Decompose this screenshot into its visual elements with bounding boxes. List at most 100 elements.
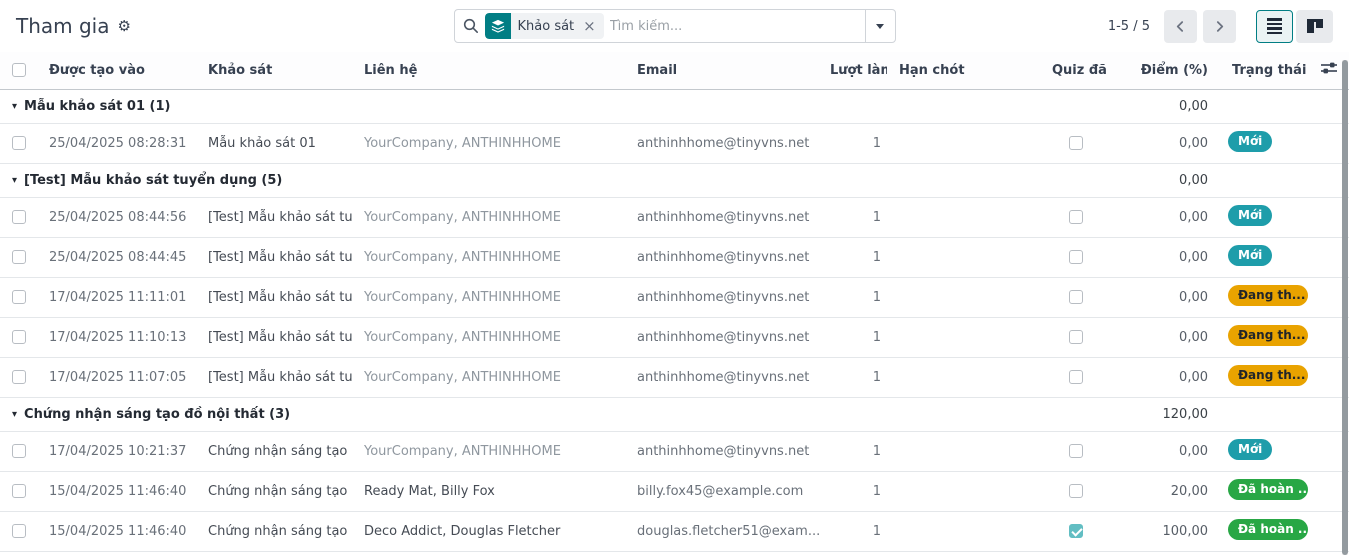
table-row[interactable]: 15/04/2025 11:46:40 Chứng nhận sáng tạo … xyxy=(0,511,1349,551)
table-row[interactable]: 25/04/2025 08:44:56 [Test] Mẫu khảo sát … xyxy=(0,197,1349,237)
pager-next-button[interactable] xyxy=(1203,10,1236,43)
cell-attempts: 1 xyxy=(830,357,887,397)
quiz-passed-checkbox[interactable] xyxy=(1069,290,1083,304)
row-checkbox[interactable] xyxy=(12,210,26,224)
cell-deadline xyxy=(887,471,1040,511)
group-header-row[interactable]: ▾[Test] Mẫu khảo sát tuyển dụng (5) 0,00 xyxy=(0,163,1349,197)
quiz-passed-checkbox[interactable] xyxy=(1069,330,1083,344)
column-header-score[interactable]: Điểm (%) xyxy=(1112,52,1220,89)
row-checkbox[interactable] xyxy=(12,136,26,150)
cell-attempts: 1 xyxy=(830,471,887,511)
row-checkbox[interactable] xyxy=(12,370,26,384)
quiz-passed-checkbox[interactable] xyxy=(1069,370,1083,384)
facet-remove-icon[interactable]: × xyxy=(581,19,604,34)
cell-contact: YourCompany, ANTHINHHOME xyxy=(352,317,625,357)
row-checkbox[interactable] xyxy=(12,524,26,538)
records-table: Được tạo vào Khảo sát Liên hệ Email Lượt… xyxy=(0,52,1349,552)
kanban-icon xyxy=(1307,19,1323,33)
search-facet[interactable]: Khảo sát × xyxy=(485,13,604,39)
cell-email: anthinhhome@tinyvns.net xyxy=(625,277,830,317)
column-header-email[interactable]: Email xyxy=(625,52,830,89)
column-header-attempts[interactable]: Lượt làm xyxy=(830,52,887,89)
search-input[interactable] xyxy=(610,19,857,34)
quiz-passed-checkbox[interactable] xyxy=(1069,250,1083,264)
table-row[interactable]: 17/04/2025 11:10:13 [Test] Mẫu khảo sát … xyxy=(0,317,1349,357)
list-view-button[interactable] xyxy=(1256,10,1293,43)
group-score-total: 0,00 xyxy=(1112,163,1220,197)
cell-attempts: 1 xyxy=(830,123,887,163)
table-header-row: Được tạo vào Khảo sát Liên hệ Email Lượt… xyxy=(0,52,1349,89)
cell-score: 0,00 xyxy=(1112,197,1220,237)
table-row[interactable]: 25/04/2025 08:28:31 Mẫu khảo sát 01 Your… xyxy=(0,123,1349,163)
scrollbar-thumb[interactable] xyxy=(1342,60,1348,555)
caret-down-icon: ▾ xyxy=(12,101,17,112)
cell-attempts: 1 xyxy=(830,277,887,317)
cell-email: anthinhhome@tinyvns.net xyxy=(625,357,830,397)
cell-survey: Mẫu khảo sát 01 xyxy=(196,123,352,163)
cell-score: 20,00 xyxy=(1112,471,1220,511)
page-title: Tham gia xyxy=(16,14,110,38)
group-label: Mẫu khảo sát 01 (1) xyxy=(24,99,170,114)
group-label: [Test] Mẫu khảo sát tuyển dụng (5) xyxy=(24,173,282,188)
column-header-deadline[interactable]: Hạn chót xyxy=(887,52,1040,89)
table-row[interactable]: 15/04/2025 11:46:40 Chứng nhận sáng tạo … xyxy=(0,471,1349,511)
row-checkbox[interactable] xyxy=(12,250,26,264)
group-header-row[interactable]: ▾Chứng nhận sáng tạo đồ nội thất (3) 120… xyxy=(0,397,1349,431)
row-checkbox[interactable] xyxy=(12,290,26,304)
caret-down-icon: ▾ xyxy=(12,409,17,420)
search-bar: Khảo sát × xyxy=(454,9,896,43)
cell-survey: [Test] Mẫu khảo sát tu... xyxy=(196,197,352,237)
cell-contact: YourCompany, ANTHINHHOME xyxy=(352,197,625,237)
status-badge: Mới xyxy=(1228,205,1272,226)
quiz-passed-checkbox[interactable] xyxy=(1069,524,1083,538)
cell-deadline xyxy=(887,197,1040,237)
cell-deadline xyxy=(887,357,1040,397)
column-header-status[interactable]: Trạng thái xyxy=(1220,52,1309,89)
cell-attempts: 1 xyxy=(830,237,887,277)
search-options-toggle[interactable] xyxy=(865,10,895,42)
column-header-contact[interactable]: Liên hệ xyxy=(352,52,625,89)
row-checkbox[interactable] xyxy=(12,330,26,344)
column-header-quiz[interactable]: Quiz đã ... xyxy=(1040,52,1112,89)
column-header-created[interactable]: Được tạo vào xyxy=(37,52,196,89)
quiz-passed-checkbox[interactable] xyxy=(1069,210,1083,224)
status-badge: Đã hoàn ... xyxy=(1228,519,1308,540)
quiz-passed-checkbox[interactable] xyxy=(1069,484,1083,498)
cell-created: 17/04/2025 10:21:37 xyxy=(37,431,196,471)
cell-created: 17/04/2025 11:11:01 xyxy=(37,277,196,317)
cell-survey: [Test] Mẫu khảo sát tu... xyxy=(196,277,352,317)
cell-email: anthinhhome@tinyvns.net xyxy=(625,197,830,237)
cell-attempts: 1 xyxy=(830,431,887,471)
quiz-passed-checkbox[interactable] xyxy=(1069,136,1083,150)
status-badge: Đã hoàn ... xyxy=(1228,479,1308,500)
view-switcher xyxy=(1256,10,1333,43)
quiz-passed-checkbox[interactable] xyxy=(1069,444,1083,458)
status-badge: Mới xyxy=(1228,439,1272,460)
table-row[interactable]: 25/04/2025 08:44:45 [Test] Mẫu khảo sát … xyxy=(0,237,1349,277)
group-header-row[interactable]: ▾Mẫu khảo sát 01 (1) 0,00 xyxy=(0,89,1349,123)
cell-email: douglas.fletcher51@exam... xyxy=(625,511,830,551)
vertical-scrollbar[interactable] xyxy=(1342,60,1348,555)
cell-deadline xyxy=(887,237,1040,277)
status-badge: Đang th... xyxy=(1228,285,1308,306)
table-row[interactable]: 17/04/2025 11:07:05 [Test] Mẫu khảo sát … xyxy=(0,357,1349,397)
kanban-view-button[interactable] xyxy=(1296,10,1333,43)
row-checkbox[interactable] xyxy=(12,444,26,458)
pager-previous-button[interactable] xyxy=(1164,10,1197,43)
table-row[interactable]: 17/04/2025 10:21:37 Chứng nhận sáng tạo … xyxy=(0,431,1349,471)
cell-attempts: 1 xyxy=(830,197,887,237)
cell-score: 0,00 xyxy=(1112,123,1220,163)
cell-contact: YourCompany, ANTHINHHOME xyxy=(352,237,625,277)
cell-survey: [Test] Mẫu khảo sát tu... xyxy=(196,357,352,397)
status-badge: Mới xyxy=(1228,245,1272,266)
adjust-columns-icon[interactable] xyxy=(1321,61,1337,75)
cell-score: 100,00 xyxy=(1112,511,1220,551)
cell-contact: YourCompany, ANTHINHHOME xyxy=(352,431,625,471)
search-icon xyxy=(463,18,479,34)
cell-created: 25/04/2025 08:28:31 xyxy=(37,123,196,163)
table-row[interactable]: 17/04/2025 11:11:01 [Test] Mẫu khảo sát … xyxy=(0,277,1349,317)
gear-icon[interactable]: ⚙ xyxy=(118,19,131,34)
row-checkbox[interactable] xyxy=(12,484,26,498)
column-header-survey[interactable]: Khảo sát xyxy=(196,52,352,89)
select-all-checkbox[interactable] xyxy=(12,63,26,77)
